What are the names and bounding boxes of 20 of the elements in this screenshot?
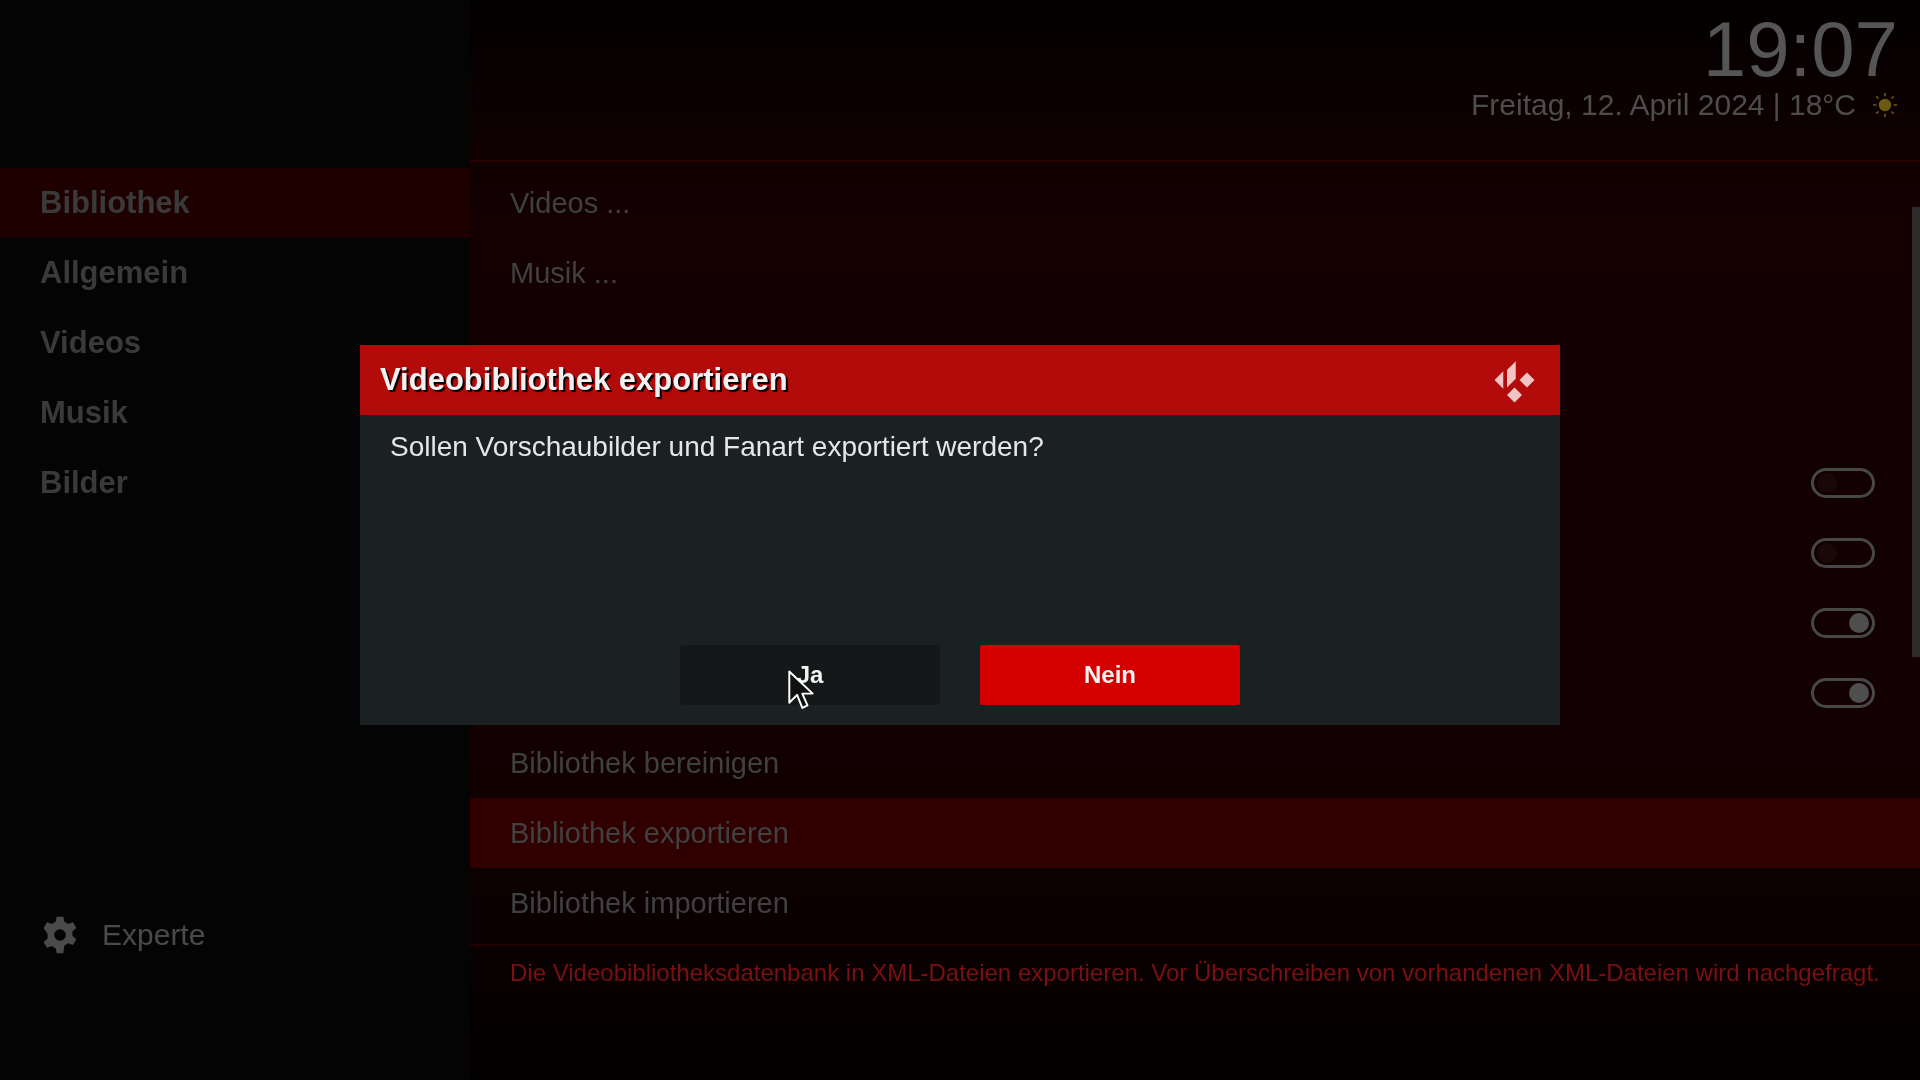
toggle-switch[interactable]: [1811, 678, 1875, 708]
settings-item[interactable]: Musik ...: [470, 238, 1908, 308]
toggle-switch[interactable]: [1811, 468, 1875, 498]
clock-time: 19:07: [1702, 10, 1898, 88]
scrollbar[interactable]: [1912, 207, 1920, 657]
dialog-button[interactable]: Nein: [980, 645, 1240, 705]
setting-description: Die Videobibliotheksdatenbank in XML-Dateien exportieren. Vor Überschreiben von vorhandenen XML-Dateien wird nachgefragt.: [510, 958, 1880, 988]
date-weather-text: Freitag, 12. April 2024 | 18°C: [1471, 88, 1856, 122]
toggle-switch[interactable]: [1811, 538, 1875, 568]
dialog-message: Sollen Vorschaubilder und Fanart exportiert werden?: [389, 430, 1045, 464]
sun-icon: [1872, 92, 1898, 118]
settings-level-label[interactable]: Experte: [102, 918, 206, 952]
dialog-button[interactable]: Ja: [680, 645, 940, 705]
settings-item[interactable]: Videos ...: [470, 168, 1908, 238]
dialog-title: Videobibliothek exportieren: [380, 362, 788, 398]
settings-item[interactable]: Bibliothek bereinigen: [470, 728, 1920, 798]
settings-item[interactable]: Bibliothek exportieren: [470, 798, 1920, 868]
toggle-switch[interactable]: [1811, 608, 1875, 638]
settings-item[interactable]: Bibliothek importieren: [470, 868, 1920, 938]
sidebar-item[interactable]: Bibliothek: [0, 168, 470, 238]
